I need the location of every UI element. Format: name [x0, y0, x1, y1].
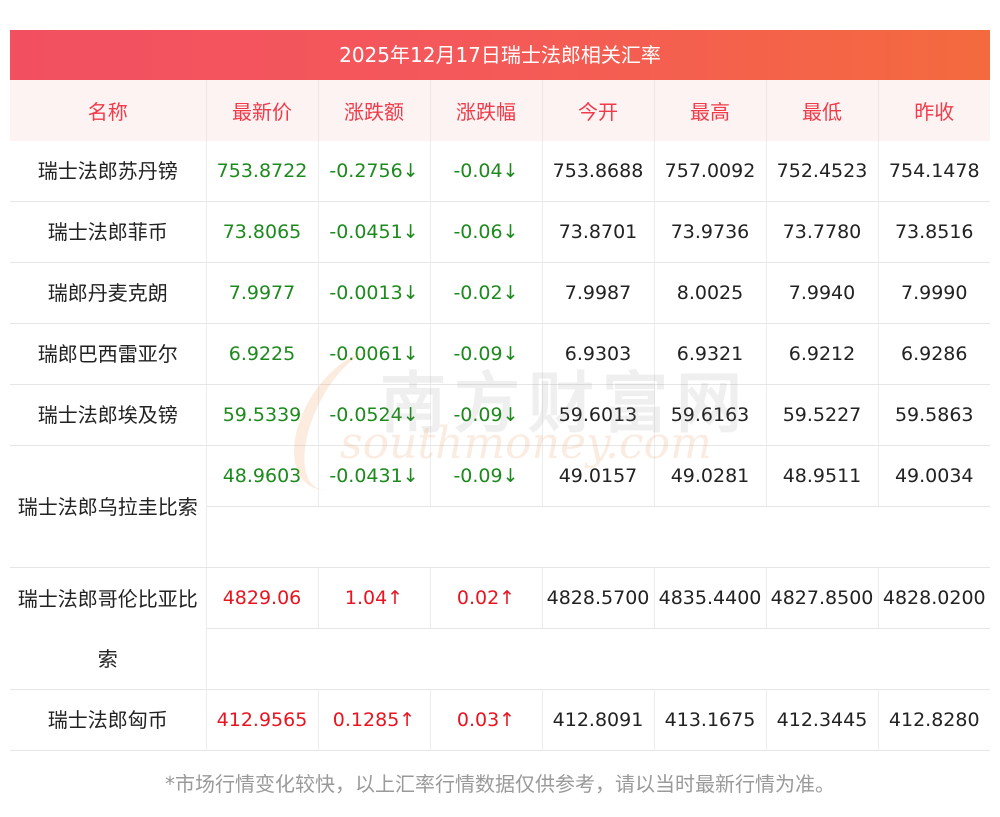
row-prev: 754.1478 — [878, 141, 990, 202]
row-latest: 73.8065 — [206, 201, 319, 263]
row-open: 73.8701 — [542, 201, 655, 263]
row-high: 413.1675 — [654, 689, 767, 751]
page-title: 2025年12月17日瑞士法郎相关汇率 — [10, 30, 990, 80]
row-low: 59.5227 — [766, 384, 879, 446]
header-open: 今开 — [542, 80, 655, 141]
row-prev: 4828.0200 — [878, 567, 990, 629]
table-row: 瑞郎巴西雷亚尔 6.9225 -0.0061↓ -0.09↓ 6.9303 6.… — [10, 323, 990, 385]
row-change: -0.0013↓ — [318, 262, 431, 324]
row-spacer-cell — [206, 506, 990, 568]
row-high: 59.6163 — [654, 384, 767, 446]
header-prev: 昨收 — [878, 80, 990, 141]
row-low: 73.7780 — [766, 201, 879, 263]
row-spacer-cell — [206, 628, 990, 690]
row-pct: -0.09↓ — [430, 445, 543, 507]
table-row: 瑞士法郎乌拉圭比索 48.9603 -0.0431↓ -0.09↓ 49.015… — [10, 445, 990, 568]
row-prev: 412.8280 — [878, 689, 990, 751]
row-low: 4827.8500 — [766, 567, 879, 629]
row-high: 6.9321 — [654, 323, 767, 385]
row-low: 7.9940 — [766, 262, 879, 324]
header-name: 名称 — [10, 80, 207, 141]
row-latest: 753.8722 — [206, 141, 319, 202]
table-row: 瑞士法郎菲币 73.8065 -0.0451↓ -0.06↓ 73.8701 7… — [10, 201, 990, 263]
table-row: 瑞士法郎哥伦比亚比索 4829.06 1.04↑ 0.02↑ 4828.5700… — [10, 567, 990, 690]
row-open: 6.9303 — [542, 323, 655, 385]
row-open: 7.9987 — [542, 262, 655, 324]
row-latest: 6.9225 — [206, 323, 319, 385]
row-open: 753.8688 — [542, 141, 655, 202]
row-prev: 49.0034 — [878, 445, 990, 507]
row-change: -0.2756↓ — [318, 141, 431, 202]
row-change: -0.0524↓ — [318, 384, 431, 446]
header-latest: 最新价 — [206, 80, 319, 141]
row-change: 0.1285↑ — [318, 689, 431, 751]
row-low: 412.3445 — [766, 689, 879, 751]
row-name: 瑞士法郎乌拉圭比索 — [10, 445, 207, 568]
row-pct: -0.09↓ — [430, 323, 543, 385]
row-pct: -0.09↓ — [430, 384, 543, 446]
row-high: 8.0025 — [654, 262, 767, 324]
header-pct: 涨跌幅 — [430, 80, 543, 141]
row-name: 瑞士法郎菲币 — [10, 201, 207, 263]
row-name: 瑞士法郎匈币 — [10, 689, 207, 751]
row-change: 1.04↑ — [318, 567, 431, 629]
row-pct: 0.03↑ — [430, 689, 543, 751]
row-low: 6.9212 — [766, 323, 879, 385]
row-prev: 6.9286 — [878, 323, 990, 385]
row-open: 412.8091 — [542, 689, 655, 751]
row-open: 49.0157 — [542, 445, 655, 507]
row-high: 757.0092 — [654, 141, 767, 202]
row-pct: -0.04↓ — [430, 141, 543, 202]
header-high: 最高 — [654, 80, 767, 141]
table-row: 瑞士法郎苏丹镑 753.8722 -0.2756↓ -0.04↓ 753.868… — [10, 141, 990, 202]
row-prev: 59.5863 — [878, 384, 990, 446]
row-prev: 73.8516 — [878, 201, 990, 263]
row-change: -0.0061↓ — [318, 323, 431, 385]
row-open: 59.6013 — [542, 384, 655, 446]
row-pct: -0.02↓ — [430, 262, 543, 324]
row-name: 瑞士法郎苏丹镑 — [10, 141, 207, 202]
row-name: 瑞郎丹麦克朗 — [10, 262, 207, 324]
row-latest: 59.5339 — [206, 384, 319, 446]
row-change: -0.0431↓ — [318, 445, 431, 507]
row-name: 瑞士法郎哥伦比亚比索 — [10, 567, 207, 690]
table-row: 瑞郎丹麦克朗 7.9977 -0.0013↓ -0.02↓ 7.9987 8.0… — [10, 262, 990, 324]
row-open: 4828.5700 — [542, 567, 655, 629]
rates-table: 名称 最新价 涨跌额 涨跌幅 今开 最高 最低 昨收 瑞士法郎苏丹镑 753.8… — [10, 80, 990, 751]
row-latest: 412.9565 — [206, 689, 319, 751]
row-pct: 0.02↑ — [430, 567, 543, 629]
row-name: 瑞士法郎埃及镑 — [10, 384, 207, 446]
table-header-row: 名称 最新价 涨跌额 涨跌幅 今开 最高 最低 昨收 — [10, 80, 990, 141]
row-high: 73.9736 — [654, 201, 767, 263]
row-latest: 48.9603 — [206, 445, 319, 507]
row-latest: 7.9977 — [206, 262, 319, 324]
row-latest: 4829.06 — [206, 567, 319, 629]
row-high: 49.0281 — [654, 445, 767, 507]
row-change: -0.0451↓ — [318, 201, 431, 263]
row-name: 瑞郎巴西雷亚尔 — [10, 323, 207, 385]
table-row: 瑞士法郎匈币 412.9565 0.1285↑ 0.03↑ 412.8091 4… — [10, 689, 990, 751]
header-low: 最低 — [766, 80, 879, 141]
row-prev: 7.9990 — [878, 262, 990, 324]
row-high: 4835.4400 — [654, 567, 767, 629]
row-low: 752.4523 — [766, 141, 879, 202]
table-row: 瑞士法郎埃及镑 59.5339 -0.0524↓ -0.09↓ 59.6013 … — [10, 384, 990, 446]
header-change: 涨跌额 — [318, 80, 431, 141]
footer-note: *市场行情变化较快，以上汇率行情数据仅供参考，请以当时最新行情为准。 — [165, 772, 835, 796]
row-low: 48.9511 — [766, 445, 879, 507]
row-pct: -0.06↓ — [430, 201, 543, 263]
rates-panel: 2025年12月17日瑞士法郎相关汇率 名称 最新价 涨跌额 涨跌幅 今开 最高… — [10, 30, 990, 751]
